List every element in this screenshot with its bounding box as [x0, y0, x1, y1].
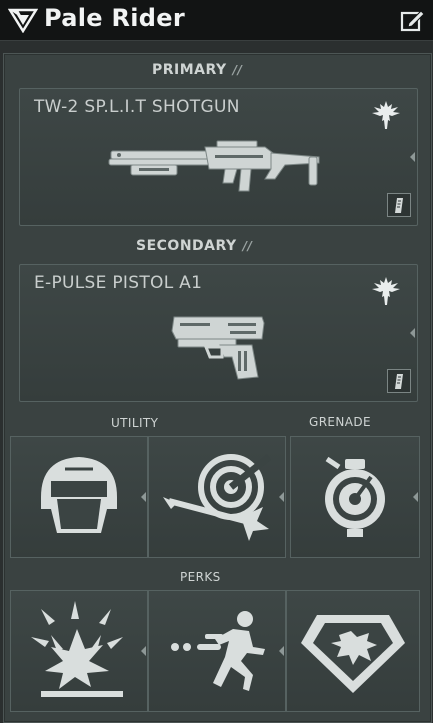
- grenade-label: GRENADE: [309, 415, 372, 429]
- eagle-faction-icon: [372, 277, 400, 305]
- edit-icon[interactable]: [400, 8, 426, 32]
- secondary-slashes: //: [242, 239, 253, 253]
- secondary-weapon-name: E-PULSE PISTOL A1: [34, 273, 203, 293]
- primary-expand-arrow-icon[interactable]: [410, 152, 415, 162]
- secondary-label: SECONDARY //: [136, 238, 252, 254]
- sprint-icon: [171, 611, 265, 691]
- creature-shield-icon: [301, 615, 405, 693]
- utility-1-arrow-icon: [141, 492, 146, 502]
- primary-label: PRIMARY //: [152, 62, 242, 78]
- perk-2-arrow-icon: [279, 646, 284, 656]
- target-dart-icon: [163, 454, 272, 541]
- perk-slot-2[interactable]: [148, 590, 286, 712]
- shotgun-image: [108, 140, 320, 192]
- grenade-arrow-icon: [413, 492, 418, 502]
- secondary-label-text: SECONDARY: [136, 238, 237, 254]
- impact-burst-icon: [31, 601, 123, 697]
- perk-slot-3[interactable]: [286, 590, 420, 712]
- utility-slot-1[interactable]: [10, 436, 148, 558]
- utility-slot-2[interactable]: [148, 436, 286, 558]
- primary-weapon-card[interactable]: TW-2 SP.L.I.T SHOTGUN: [19, 88, 418, 226]
- loadout-panel: PRIMARY // TW-2 SP.L.I.T SHOTGUN SECONDAR…: [3, 53, 432, 723]
- attachment-mod-icon[interactable]: [387, 369, 411, 393]
- grenade-slot[interactable]: [290, 436, 420, 558]
- secondary-weapon-card[interactable]: E-PULSE PISTOL A1: [19, 264, 418, 402]
- title-bar: Pale Rider: [0, 0, 433, 41]
- perk-slot-1[interactable]: [10, 590, 148, 712]
- grenade-icon: [325, 456, 385, 537]
- perk-1-arrow-icon: [141, 646, 146, 656]
- secondary-expand-arrow-icon[interactable]: [410, 328, 415, 338]
- eagle-faction-icon: [372, 101, 400, 129]
- primary-slashes: //: [232, 63, 243, 77]
- helmet-icon: [41, 457, 117, 533]
- pistol-image: [171, 316, 265, 380]
- primary-weapon-name: TW-2 SP.L.I.T SHOTGUN: [34, 97, 240, 117]
- attachment-mod-icon[interactable]: [387, 193, 411, 217]
- faction-logo-icon: [8, 8, 38, 33]
- primary-label-text: PRIMARY: [152, 62, 227, 78]
- utility-label: UTILITY: [111, 416, 159, 430]
- utility-2-arrow-icon: [279, 492, 284, 502]
- perks-label: PERKS: [180, 570, 221, 584]
- loadout-title: Pale Rider: [44, 4, 185, 32]
